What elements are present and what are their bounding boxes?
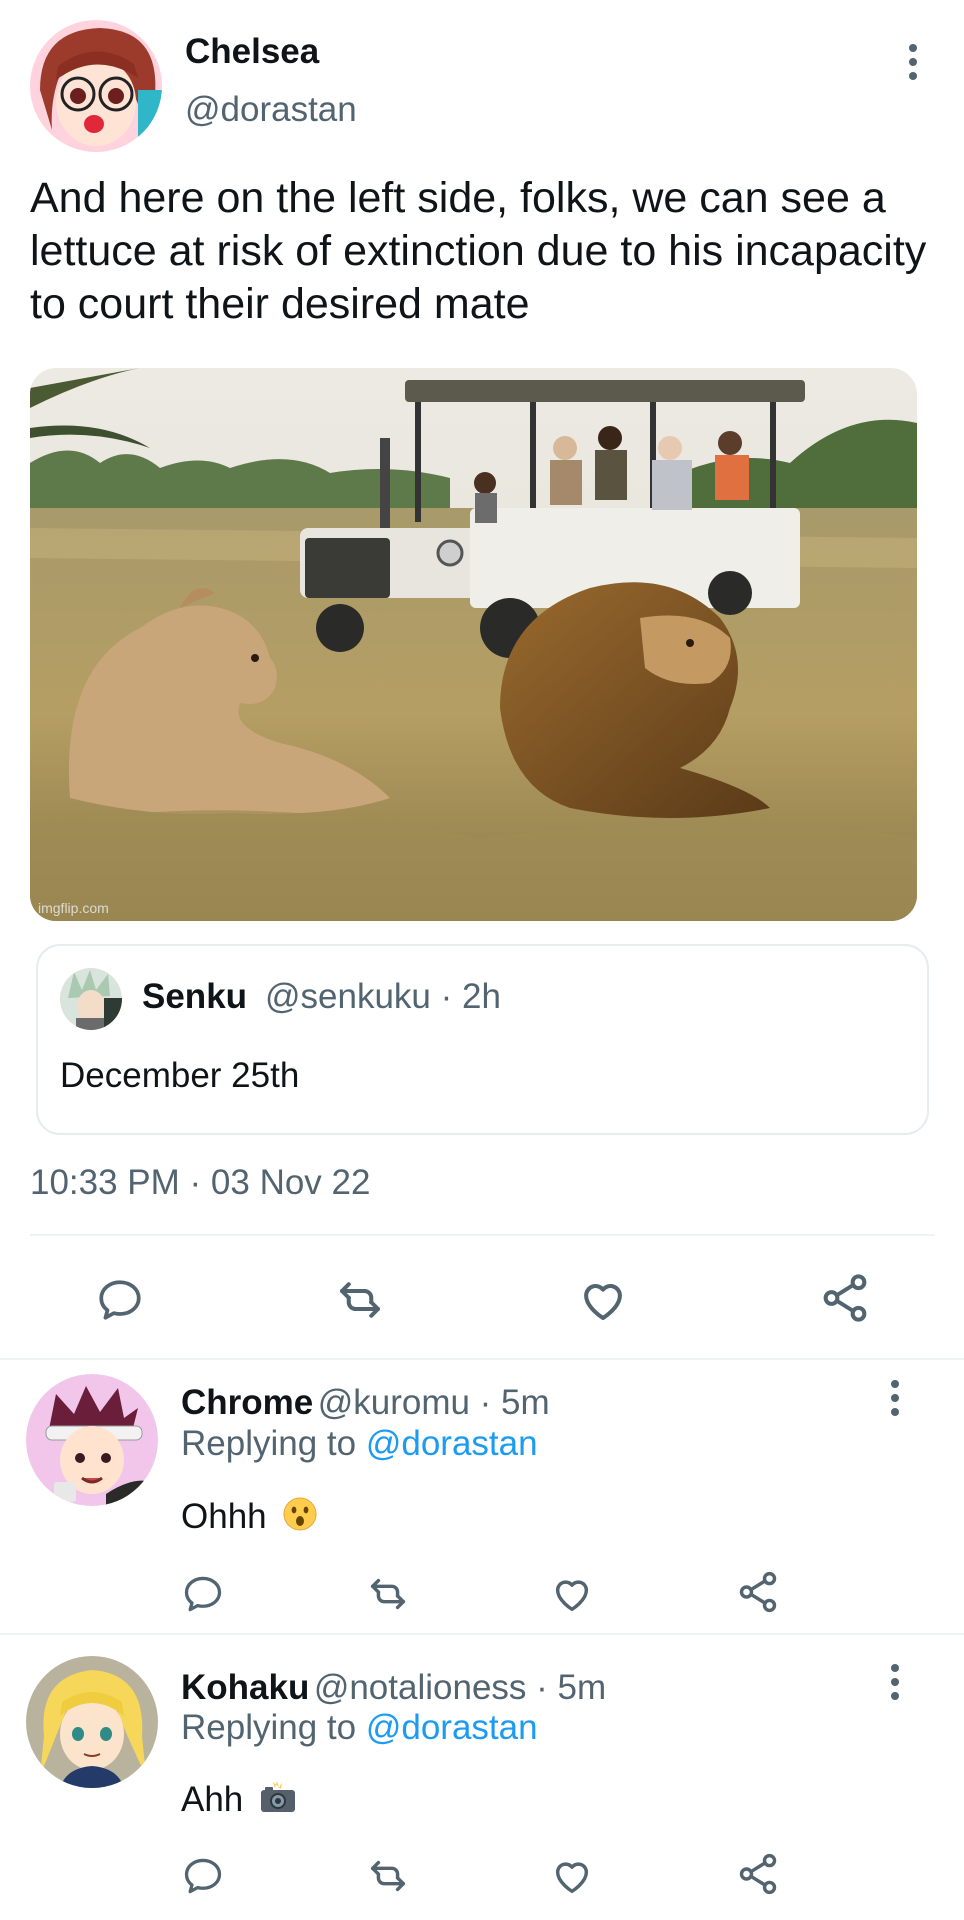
replying-to-mention[interactable]: @dorastan [366, 1424, 538, 1463]
tweet-photo[interactable] [30, 368, 917, 921]
reply-author-name[interactable]: Chrome [181, 1383, 313, 1422]
camera-flash-icon [259, 1780, 297, 1823]
quoted-tweet-card[interactable] [36, 944, 929, 1135]
image-watermark: imgflip.com [38, 900, 109, 916]
reply-icon[interactable] [175, 1848, 231, 1904]
replying-to: Replying to @dorastan [181, 1708, 538, 1748]
quoted-author-meta: @senkuku · 2h [265, 977, 501, 1016]
reply-text-row: Ohhh [181, 1496, 318, 1541]
reply-text: Ohhh [181, 1496, 267, 1536]
reply-header: Kohaku @notalioness · 5m [181, 1668, 606, 1708]
replying-to-mention[interactable]: @dorastan [366, 1708, 538, 1747]
reply-header: Chrome @kuromu · 5m [181, 1383, 550, 1423]
like-icon[interactable] [573, 1270, 633, 1330]
retweet-icon[interactable] [360, 1848, 416, 1904]
reply-icon[interactable] [175, 1566, 231, 1622]
author-handle[interactable]: @dorastan [185, 90, 357, 130]
reply-author-name[interactable]: Kohaku [181, 1668, 309, 1707]
quoted-author-avatar[interactable] [60, 968, 122, 1030]
like-icon[interactable] [544, 1566, 600, 1622]
author-avatar[interactable] [30, 20, 162, 152]
like-icon[interactable] [544, 1848, 600, 1904]
reply-text-row: Ahh [181, 1780, 297, 1823]
more-options-icon[interactable] [893, 32, 933, 92]
divider [30, 1234, 935, 1236]
reply-avatar[interactable] [26, 1656, 158, 1788]
replying-to: Replying to @dorastan [181, 1424, 538, 1464]
reply-author-meta: @kuromu · 5m [317, 1383, 550, 1422]
share-icon[interactable] [815, 1268, 875, 1328]
tweet-timestamp[interactable]: 10:33 PM · 03 Nov 22 [30, 1163, 370, 1203]
quoted-author-name[interactable]: Senku [142, 977, 247, 1017]
share-icon[interactable] [730, 1846, 786, 1902]
reply-text: Ahh [181, 1780, 244, 1819]
divider [0, 1358, 964, 1360]
reply-avatar[interactable] [26, 1374, 158, 1506]
more-options-icon[interactable] [875, 1652, 915, 1712]
reply-icon[interactable] [90, 1270, 150, 1330]
retweet-icon[interactable] [330, 1270, 390, 1330]
replying-to-label: Replying to [181, 1708, 366, 1747]
tweet-text: And here on the left side, folks, we can… [30, 174, 927, 328]
astonished-face-icon [282, 1496, 318, 1541]
share-icon[interactable] [730, 1564, 786, 1620]
retweet-icon[interactable] [360, 1566, 416, 1622]
author-name[interactable]: Chelsea [185, 32, 319, 72]
replying-to-label: Replying to [181, 1424, 366, 1463]
more-options-icon[interactable] [875, 1368, 915, 1428]
quoted-tweet-text: December 25th [60, 1056, 300, 1095]
reply-author-meta: @notalioness · 5m [313, 1668, 607, 1707]
divider [0, 1633, 964, 1635]
